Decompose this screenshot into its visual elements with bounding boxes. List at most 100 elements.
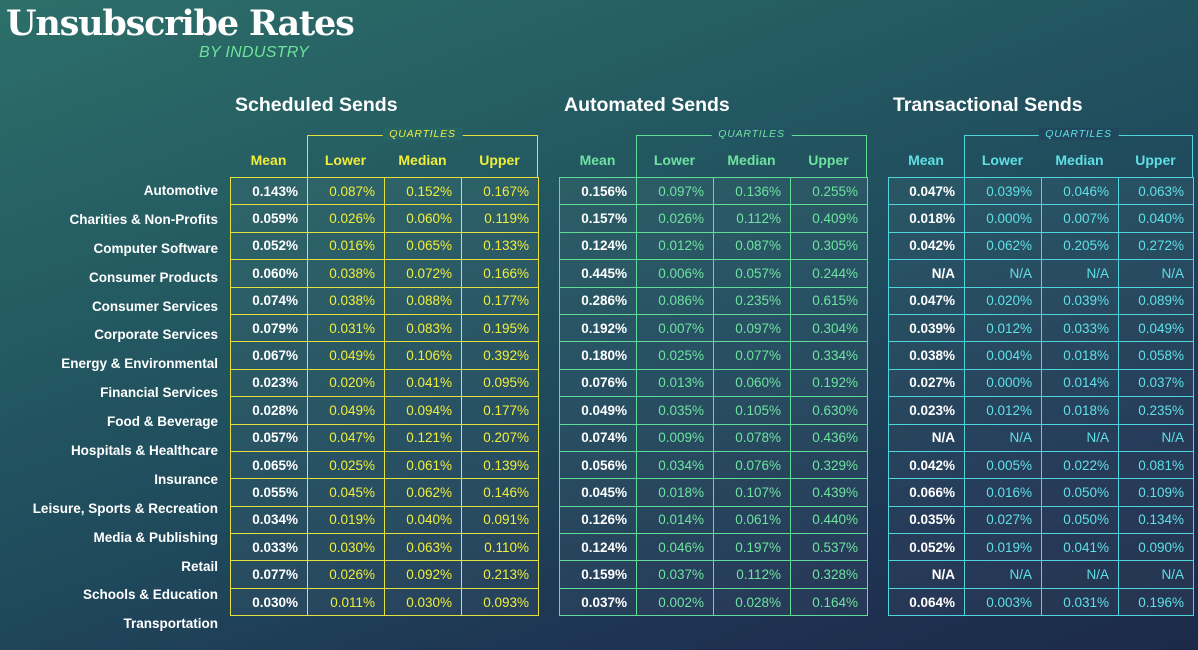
- cell-median: 0.050%: [1041, 505, 1119, 535]
- table-row: 0.124% 0.012% 0.087% 0.305%: [559, 231, 868, 261]
- cell-mean: 0.074%: [230, 286, 308, 315]
- cell-lower: 0.009%: [636, 423, 714, 452]
- table-row: N/A N/A N/A N/A: [888, 423, 1194, 452]
- column-header-median: Median: [727, 152, 776, 168]
- cell-median: 0.039%: [1041, 286, 1119, 315]
- table-row: 0.037% 0.002% 0.028% 0.164%: [559, 587, 868, 617]
- cell-median: 0.061%: [384, 450, 462, 480]
- cell-mean: 0.039%: [888, 313, 965, 343]
- table-row: 0.018% 0.000% 0.007% 0.040%: [888, 204, 1194, 233]
- column-header-mean: Mean: [908, 152, 944, 168]
- table-row: 0.056% 0.034% 0.076% 0.329%: [559, 450, 868, 480]
- cell-lower: 0.020%: [307, 368, 385, 398]
- column-header-lower: Lower: [324, 152, 367, 168]
- cell-upper: 0.196%: [1118, 587, 1194, 617]
- cell-mean: 0.126%: [559, 505, 637, 535]
- cell-mean: 0.157%: [559, 204, 637, 233]
- cell-upper: 0.630%: [790, 396, 868, 425]
- column-header-upper: Upper: [1135, 152, 1176, 168]
- cell-median: 0.077%: [713, 341, 791, 370]
- cell-mean: 0.033%: [230, 533, 308, 562]
- cell-median: 0.094%: [384, 396, 462, 425]
- table-row: 0.077% 0.026% 0.092% 0.213%: [230, 560, 539, 589]
- cell-mean: 0.047%: [888, 176, 965, 206]
- cell-lower: 0.062%: [964, 231, 1042, 261]
- cell-median: 0.087%: [713, 231, 791, 261]
- cell-upper: 0.235%: [1118, 396, 1194, 425]
- column-header-lower: Lower: [653, 152, 696, 168]
- cell-median: N/A: [1041, 259, 1119, 288]
- table-row: 0.047% 0.039% 0.046% 0.063%: [888, 176, 1194, 206]
- cell-upper: 0.164%: [790, 587, 868, 617]
- industry-label: Retail: [181, 558, 218, 574]
- cell-upper: 0.110%: [461, 533, 539, 562]
- table-row: 0.033% 0.030% 0.063% 0.110%: [230, 533, 539, 562]
- cell-median: 0.040%: [384, 505, 462, 535]
- industry-label: Energy & Environmental: [61, 356, 218, 372]
- cell-upper: 0.244%: [790, 259, 868, 288]
- scheduled-sends-title: Scheduled Sends: [235, 94, 398, 116]
- column-header-median: Median: [398, 152, 447, 168]
- cell-median: N/A: [1041, 560, 1119, 589]
- cell-median: 0.041%: [384, 368, 462, 398]
- cell-mean: 0.052%: [888, 533, 965, 562]
- cell-upper: 0.328%: [790, 560, 868, 589]
- cell-median: 0.106%: [384, 341, 462, 370]
- cell-upper: 0.166%: [461, 259, 539, 288]
- cell-lower: 0.037%: [636, 560, 714, 589]
- table-row: 0.028% 0.049% 0.094% 0.177%: [230, 396, 539, 425]
- cell-upper: 0.207%: [461, 423, 539, 452]
- table-row: 0.180% 0.025% 0.077% 0.334%: [559, 341, 868, 370]
- cell-mean: 0.156%: [559, 176, 637, 206]
- table-row: 0.065% 0.025% 0.061% 0.139%: [230, 450, 539, 480]
- table-row: 0.076% 0.013% 0.060% 0.192%: [559, 368, 868, 398]
- cell-upper: N/A: [1118, 423, 1194, 452]
- cell-lower: 0.045%: [307, 478, 385, 507]
- cell-mean: 0.192%: [559, 313, 637, 343]
- cell-lower: 0.003%: [964, 587, 1042, 617]
- cell-upper: 0.081%: [1118, 450, 1194, 480]
- cell-upper: 0.095%: [461, 368, 539, 398]
- industry-label: Computer Software: [93, 240, 218, 256]
- cell-upper: 0.439%: [790, 478, 868, 507]
- industry-label: Automotive: [143, 183, 218, 198]
- table-row: N/A N/A N/A N/A: [888, 560, 1194, 589]
- table-row: 0.079% 0.031% 0.083% 0.195%: [230, 313, 539, 343]
- cell-lower: 0.031%: [307, 313, 385, 343]
- transactional-sends-table: 0.047% 0.039% 0.046% 0.063% 0.018% 0.000% 0.00…: [888, 176, 1194, 617]
- cell-mean: 0.038%: [888, 341, 965, 370]
- table-row: 0.030% 0.011% 0.030% 0.093%: [230, 587, 539, 617]
- cell-median: 0.088%: [384, 286, 462, 315]
- cell-median: 0.197%: [713, 533, 791, 562]
- industry-label: Leisure, Sports & Recreation: [32, 500, 218, 516]
- cell-upper: 0.049%: [1118, 313, 1194, 343]
- cell-median: 0.112%: [713, 204, 791, 233]
- cell-median: 0.028%: [713, 587, 791, 617]
- cell-lower: 0.030%: [307, 533, 385, 562]
- cell-lower: 0.012%: [964, 396, 1042, 425]
- cell-mean: 0.066%: [888, 478, 965, 507]
- table-row: 0.057% 0.047% 0.121% 0.207%: [230, 423, 539, 452]
- cell-upper: 0.195%: [461, 313, 539, 343]
- automated-sends-title: Automated Sends: [564, 94, 730, 116]
- table-row: 0.055% 0.045% 0.062% 0.146%: [230, 478, 539, 507]
- industry-label: Food & Beverage: [106, 414, 218, 430]
- table-row: 0.059% 0.026% 0.060% 0.119%: [230, 204, 539, 233]
- cell-median: 0.060%: [384, 204, 462, 233]
- cell-lower: 0.025%: [636, 341, 714, 370]
- cell-mean: 0.445%: [559, 259, 637, 288]
- cell-lower: N/A: [964, 560, 1042, 589]
- cell-upper: 0.213%: [461, 560, 539, 589]
- cell-upper: 0.177%: [461, 286, 539, 315]
- quartiles-label: QUARTILES: [711, 128, 792, 140]
- cell-upper: 0.177%: [461, 396, 539, 425]
- cell-mean: 0.076%: [559, 368, 637, 398]
- cell-median: N/A: [1041, 423, 1119, 452]
- cell-upper: 0.146%: [461, 478, 539, 507]
- cell-upper: 0.093%: [461, 587, 539, 617]
- cell-lower: 0.039%: [964, 176, 1042, 206]
- cell-lower: 0.049%: [307, 396, 385, 425]
- table-row: 0.156% 0.097% 0.136% 0.255%: [559, 176, 868, 206]
- industry-label: Financial Services: [100, 385, 218, 401]
- table-row: 0.124% 0.046% 0.197% 0.537%: [559, 533, 868, 562]
